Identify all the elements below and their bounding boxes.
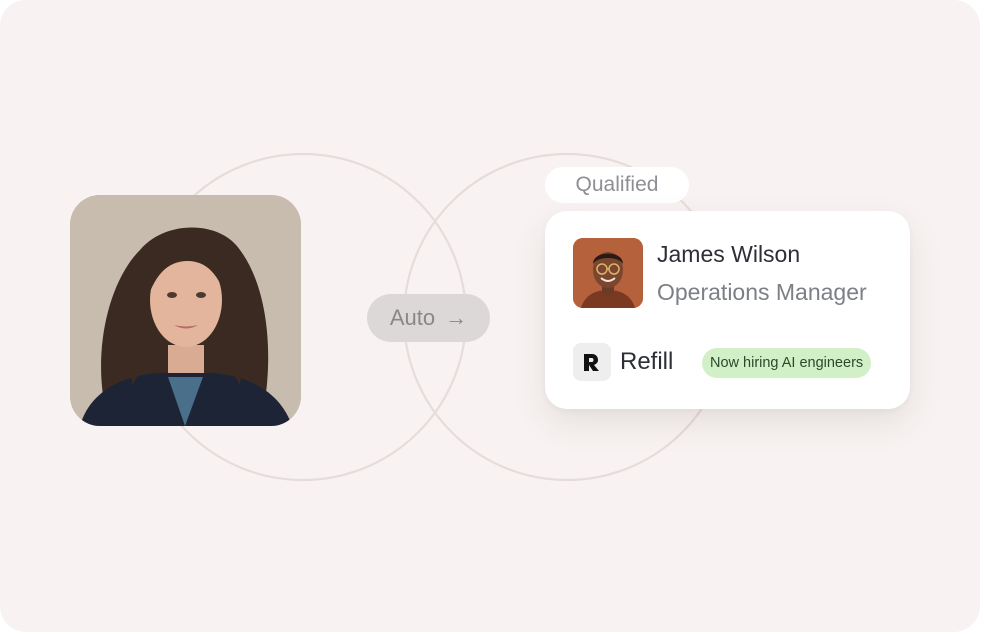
company-name: Refill [620,348,674,375]
avatar [573,238,643,308]
auto-label: Auto [389,305,436,330]
company-logo-icon [573,343,611,381]
hero-canvas: Auto → Qualified James Wilson Operations… [0,0,980,632]
candidate-photo [70,195,301,426]
auto-step-pill[interactable]: Auto → [367,294,490,342]
lead-profile-card[interactable]: James Wilson Operations Manager Refill N… [545,211,910,409]
hiring-badge: Now hiring AI engineers [702,348,872,378]
person-role: Operations Manager [657,279,867,305]
hiring-badge-label: Now hiring AI engineers [710,355,864,371]
qualified-label: Qualified [575,173,659,196]
qualified-status-tag: Qualified [545,167,689,203]
person-name: James Wilson [657,241,801,267]
arrow-right-icon: → [445,305,468,330]
